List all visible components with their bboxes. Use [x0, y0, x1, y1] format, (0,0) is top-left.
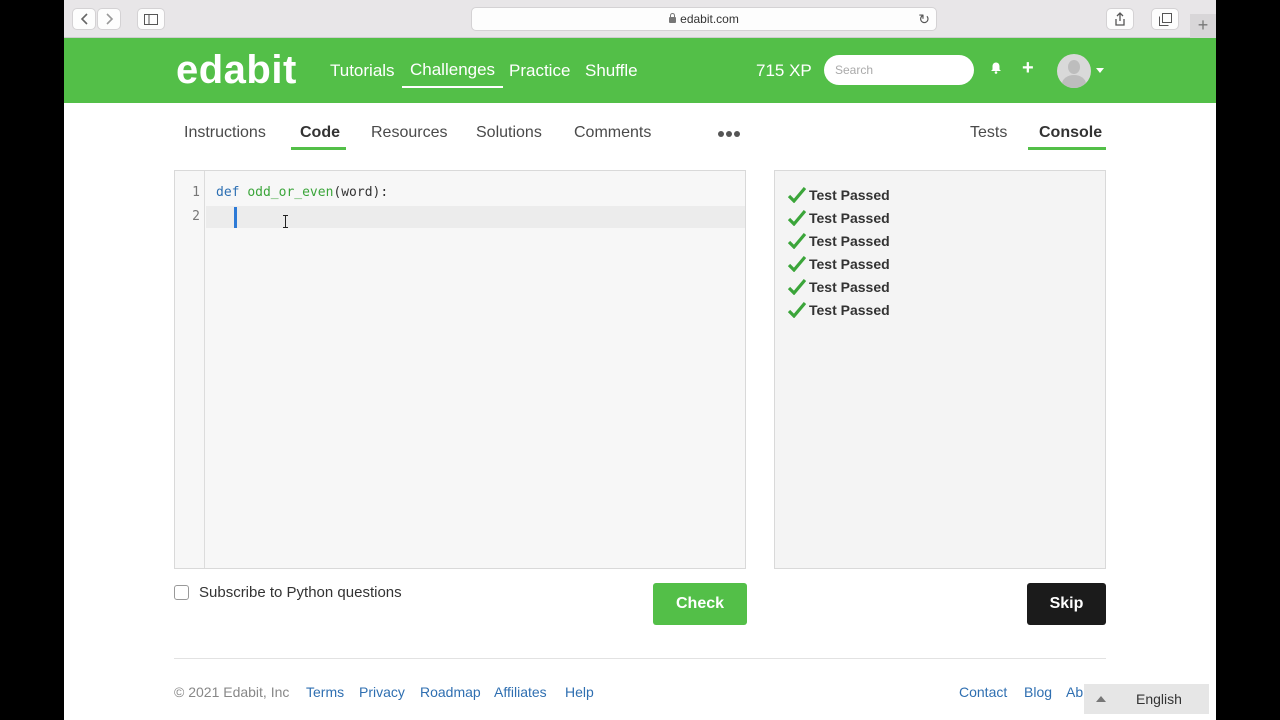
challenge-page: Instructions Code Resources Solutions Co… — [64, 103, 1216, 720]
footer-link-wrap: Help — [565, 684, 594, 700]
footer-link-terms[interactable]: Terms — [306, 684, 344, 700]
chevron-left-icon — [80, 13, 88, 25]
tab-code[interactable]: Code — [300, 124, 340, 142]
test-result: Test Passed — [788, 279, 890, 295]
test-result-text: Test Passed — [809, 187, 890, 203]
nav-shuffle[interactable]: Shuffle — [585, 61, 638, 81]
footer-link-help[interactable]: Help — [565, 684, 594, 700]
code-function-name: odd_or_even — [247, 185, 334, 200]
code-keyword: def — [216, 185, 240, 200]
checkmark-icon — [788, 187, 806, 203]
language-selector[interactable]: English — [1084, 684, 1209, 714]
sidebar-toggle-button[interactable] — [137, 8, 165, 30]
bell-icon[interactable] — [990, 62, 1002, 74]
lock-icon — [669, 13, 677, 23]
footer-link-privacy[interactable]: Privacy — [359, 684, 405, 700]
chevron-up-icon — [1096, 696, 1106, 702]
checkmark-icon — [788, 256, 806, 272]
code-editor[interactable]: 1 2 def odd_or_even(word): — [174, 170, 746, 569]
reload-icon[interactable]: ↻ — [918, 11, 930, 28]
nav-tutorials[interactable]: Tutorials — [330, 61, 395, 81]
test-result: Test Passed — [788, 302, 890, 318]
tab-resources[interactable]: Resources — [371, 124, 447, 142]
nav-challenges[interactable]: Challenges — [402, 60, 504, 88]
checkmark-icon — [788, 279, 806, 295]
footer-links-left: Terms — [306, 684, 344, 700]
xp-counter: 715 XP — [756, 61, 812, 80]
test-result-text: Test Passed — [809, 302, 890, 318]
chevron-right-icon — [105, 13, 113, 25]
text-cursor — [234, 207, 237, 228]
checkmark-icon — [788, 233, 806, 249]
footer-link-wrap: Affiliates — [494, 684, 547, 700]
chevron-down-icon[interactable] — [1096, 68, 1104, 73]
avatar[interactable] — [1057, 54, 1091, 88]
line-gutter: 1 2 — [175, 171, 205, 568]
checkmark-icon — [788, 210, 806, 226]
test-result-text: Test Passed — [809, 210, 890, 226]
edabit-logo[interactable]: edabit — [176, 48, 297, 93]
tab-tests[interactable]: Tests — [970, 124, 1007, 142]
tab-console-underline — [1028, 147, 1106, 150]
tab-instructions[interactable]: Instructions — [184, 124, 266, 142]
footer-link-wrap: Contact — [959, 684, 1007, 700]
tabs-icon — [1158, 12, 1172, 26]
checkmark-icon — [788, 302, 806, 318]
test-result-text: Test Passed — [809, 256, 890, 272]
footer-link-wrap: Roadmap — [420, 684, 481, 700]
test-result: Test Passed — [788, 210, 890, 226]
subscribe-label[interactable]: Subscribe to Python questions — [199, 584, 402, 601]
new-tab-button[interactable]: + — [1190, 14, 1216, 38]
footer-link-affiliates[interactable]: Affiliates — [494, 684, 547, 700]
nav-practice[interactable]: Practice — [509, 61, 570, 81]
sidebar-icon — [144, 13, 158, 25]
test-result: Test Passed — [788, 187, 890, 203]
line-number: 2 — [192, 209, 200, 224]
line-number: 1 — [192, 185, 200, 200]
skip-button[interactable]: Skip — [1027, 583, 1106, 625]
test-result: Test Passed — [788, 233, 890, 249]
test-result-text: Test Passed — [809, 233, 890, 249]
footer-link-blog[interactable]: Blog — [1024, 684, 1052, 700]
language-label: English — [1136, 691, 1182, 707]
tab-code-underline — [291, 147, 346, 150]
browser-toolbar: edabit.com ↻ — [64, 0, 1216, 38]
back-button[interactable] — [72, 8, 96, 30]
ibeam-cursor-icon — [283, 215, 288, 228]
test-result-text: Test Passed — [809, 279, 890, 295]
test-result: Test Passed — [788, 256, 890, 272]
plus-icon: + — [1197, 15, 1209, 35]
footer-link-about[interactable]: Ab — [1066, 684, 1083, 700]
console-panel: Test Passed Test Passed Test Passed Test… — [774, 170, 1106, 569]
tabs-overview-button[interactable] — [1151, 8, 1179, 30]
footer-link-wrap: Ab — [1066, 684, 1083, 700]
code-params: (word): — [333, 185, 389, 200]
check-button[interactable]: Check — [653, 583, 747, 625]
search-input[interactable] — [824, 55, 974, 85]
site-header: edabit Tutorials Challenges Practice Shu… — [64, 38, 1216, 103]
address-bar[interactable]: edabit.com ↻ — [471, 7, 937, 31]
tab-comments[interactable]: Comments — [574, 124, 651, 142]
tab-solutions[interactable]: Solutions — [476, 124, 542, 142]
footer-link-wrap: Blog — [1024, 684, 1052, 700]
subscribe-checkbox[interactable] — [174, 585, 189, 600]
more-options-icon[interactable] — [718, 131, 740, 137]
subscribe-option: Subscribe to Python questions — [174, 584, 402, 601]
code-line[interactable]: def odd_or_even(word): — [216, 185, 388, 200]
footer-link-contact[interactable]: Contact — [959, 684, 1007, 700]
share-button[interactable] — [1106, 8, 1134, 30]
url-text: edabit.com — [680, 12, 739, 26]
share-icon — [1115, 12, 1125, 26]
footer-divider — [174, 658, 1106, 659]
footer-link-wrap: Privacy — [359, 684, 405, 700]
footer-link-roadmap[interactable]: Roadmap — [420, 684, 481, 700]
tab-console[interactable]: Console — [1039, 124, 1102, 142]
footer-copyright: © 2021 Edabit, Inc — [174, 684, 290, 700]
plus-icon[interactable]: + — [1022, 57, 1034, 80]
forward-button[interactable] — [97, 8, 121, 30]
